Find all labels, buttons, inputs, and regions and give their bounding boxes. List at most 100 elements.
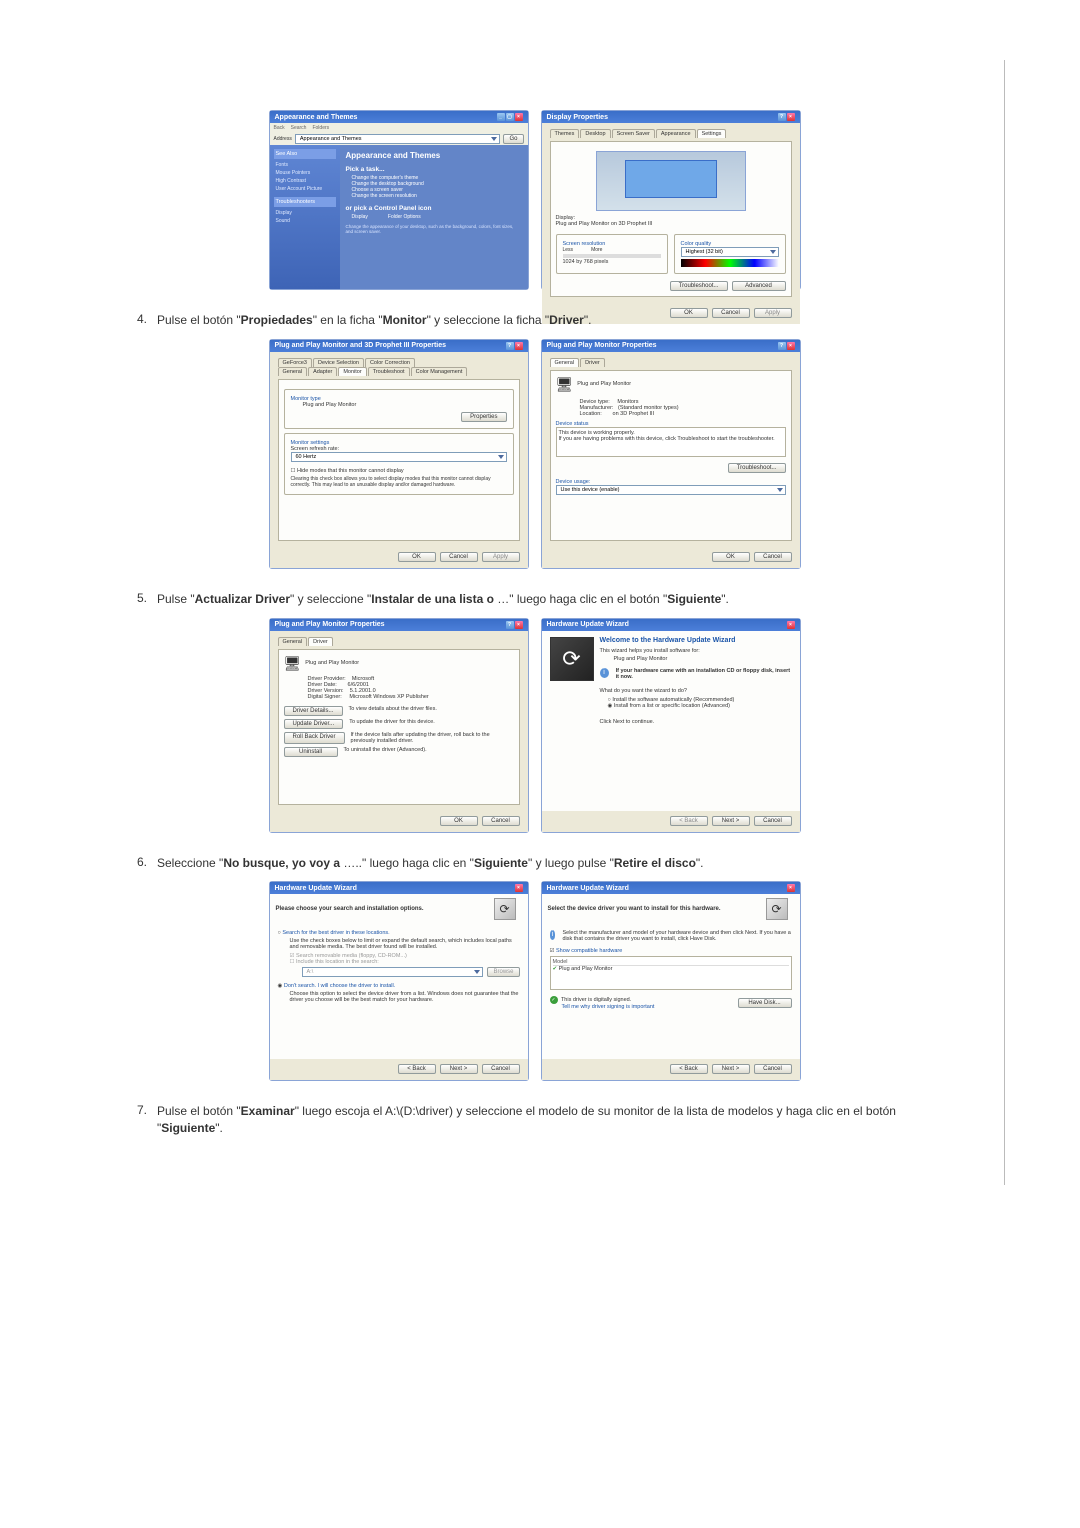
- wizard-icon: ⟳: [550, 637, 594, 681]
- driver-details-desc: To view details about the driver files.: [349, 706, 514, 716]
- ok-button[interactable]: OK: [712, 552, 750, 562]
- sidebar-seealso-head: See Also: [274, 149, 336, 159]
- sidebar-item[interactable]: Mouse Pointers: [274, 169, 336, 177]
- refresh-select[interactable]: 60 Hertz: [291, 452, 507, 462]
- model-item[interactable]: Plug and Play Monitor: [559, 966, 613, 972]
- uninstall-desc: To uninstall the driver (Advanced).: [344, 747, 514, 757]
- troubleshoot-button[interactable]: Troubleshoot...: [728, 463, 786, 473]
- display-properties-window: Display Properties ? × Themes Desktop Sc…: [541, 110, 801, 290]
- task-link[interactable]: Change the screen resolution: [352, 193, 522, 199]
- close-icon[interactable]: ×: [787, 621, 795, 629]
- back-button[interactable]: < Back: [670, 1064, 708, 1074]
- resolution-slider[interactable]: [563, 254, 661, 258]
- tab-color-correction[interactable]: Color Correction: [365, 358, 415, 367]
- go-button[interactable]: Go: [503, 134, 523, 144]
- footer-note: Change the appearance of your desktop, s…: [346, 224, 522, 234]
- tab-adapter[interactable]: Adapter: [308, 367, 337, 376]
- tab-monitor[interactable]: Monitor: [338, 367, 366, 376]
- next-button[interactable]: Next >: [440, 1064, 478, 1074]
- cp-icon-display[interactable]: Display: [352, 214, 368, 220]
- help-icon[interactable]: ?: [506, 342, 514, 350]
- max-icon[interactable]: ▢: [506, 113, 514, 121]
- rollback-button[interactable]: Roll Back Driver: [284, 732, 345, 744]
- uninstall-button[interactable]: Uninstall: [284, 747, 338, 757]
- ok-button[interactable]: OK: [398, 552, 436, 562]
- tab-driver[interactable]: Driver: [308, 637, 333, 646]
- radio-search[interactable]: ○: [278, 930, 281, 936]
- signed-link[interactable]: Tell me why driver signing is important: [562, 1004, 655, 1010]
- hw-wizard-select-window: Hardware Update Wizard × Select the devi…: [541, 881, 801, 1081]
- cancel-button[interactable]: Cancel: [440, 552, 478, 562]
- tab-settings[interactable]: Settings: [697, 129, 727, 138]
- tab-general[interactable]: General: [550, 358, 580, 367]
- close-icon[interactable]: ×: [515, 884, 523, 892]
- radio-list[interactable]: ◉: [608, 703, 613, 709]
- tab-screensaver[interactable]: Screen Saver: [612, 129, 655, 138]
- less-label: Less: [563, 247, 574, 253]
- colorq-select[interactable]: Highest (32 bit): [681, 247, 779, 257]
- sidebar-item[interactable]: User Account Picture: [274, 185, 336, 193]
- cancel-button[interactable]: Cancel: [754, 552, 792, 562]
- help-icon[interactable]: ?: [778, 342, 786, 350]
- window-title: Hardware Update Wizard: [275, 885, 357, 892]
- pnp-monitor-driver-window: Plug and Play Monitor Properties ? × Gen…: [269, 618, 529, 833]
- step-number: 7.: [125, 1103, 157, 1137]
- driver-details-button[interactable]: Driver Details...: [284, 706, 343, 716]
- step-text: Pulse el botón "Examinar" luego escoja e…: [157, 1103, 944, 1137]
- close-icon[interactable]: ×: [515, 113, 523, 121]
- compat-check[interactable]: ☑: [550, 948, 555, 954]
- sidebar-item[interactable]: Fonts: [274, 161, 336, 169]
- cancel-button[interactable]: Cancel: [482, 816, 520, 826]
- tab-general[interactable]: General: [278, 367, 308, 376]
- cancel-button[interactable]: Cancel: [754, 816, 792, 826]
- main-pane: Appearance and Themes Pick a task... Cha…: [340, 145, 528, 289]
- update-driver-button[interactable]: Update Driver...: [284, 719, 344, 729]
- help-icon[interactable]: ?: [506, 621, 514, 629]
- radio-dont[interactable]: ◉: [278, 983, 283, 989]
- back-button[interactable]: < Back: [398, 1064, 436, 1074]
- sidebar-item[interactable]: Display: [274, 209, 336, 217]
- cancel-button[interactable]: Cancel: [482, 1064, 520, 1074]
- close-icon[interactable]: ×: [515, 342, 523, 350]
- help-icon[interactable]: ?: [778, 113, 786, 121]
- cancel-button[interactable]: Cancel: [754, 1064, 792, 1074]
- info-icon: i: [600, 668, 609, 678]
- opt-dont: Don't search. I will choose the driver t…: [284, 983, 395, 989]
- signed-icon: ✔: [553, 966, 558, 972]
- next-button[interactable]: Next >: [712, 1064, 750, 1074]
- tab-desktop[interactable]: Desktop: [580, 129, 610, 138]
- search-icon[interactable]: Search: [291, 125, 307, 131]
- hide-modes-check[interactable]: ☐: [291, 468, 296, 474]
- cp-icon-folder-options[interactable]: Folder Options: [388, 214, 421, 220]
- device-heading: Plug and Play Monitor: [305, 660, 359, 666]
- tab-troubleshoot[interactable]: Troubleshoot: [368, 367, 410, 376]
- tab-appearance[interactable]: Appearance: [656, 129, 696, 138]
- sidebar-item[interactable]: High Contrast: [274, 177, 336, 185]
- tab-geforce[interactable]: GeForce3: [278, 358, 312, 367]
- tab-color-mgmt[interactable]: Color Management: [411, 367, 468, 376]
- have-disk-button[interactable]: Have Disk...: [738, 998, 792, 1008]
- tab-themes[interactable]: Themes: [550, 129, 580, 138]
- advanced-button[interactable]: Advanced: [732, 281, 786, 291]
- usage-select[interactable]: Use this device (enable): [556, 485, 786, 495]
- address-input[interactable]: Appearance and Themes: [295, 134, 501, 144]
- tab-device-selection[interactable]: Device Selection: [313, 358, 364, 367]
- toolbar-back-button[interactable]: Back: [274, 125, 285, 131]
- ok-button[interactable]: OK: [440, 816, 478, 826]
- close-icon[interactable]: ×: [515, 621, 523, 629]
- sidebar-item[interactable]: Sound: [274, 217, 336, 225]
- sidebar-trouble-head: Troubleshooters: [274, 197, 336, 207]
- tab-general[interactable]: General: [278, 637, 308, 646]
- folders-icon[interactable]: Folders: [312, 125, 329, 131]
- chk-location: ☐: [290, 959, 295, 965]
- min-icon[interactable]: _: [497, 113, 505, 121]
- tab-driver[interactable]: Driver: [580, 358, 605, 367]
- close-icon[interactable]: ×: [787, 884, 795, 892]
- close-icon[interactable]: ×: [787, 342, 795, 350]
- close-icon[interactable]: ×: [787, 113, 795, 121]
- next-button[interactable]: Next >: [712, 816, 750, 826]
- step-text: Seleccione "No busque, yo voy a ….." lue…: [157, 855, 944, 872]
- troubleshoot-button[interactable]: Troubleshoot...: [670, 281, 728, 291]
- properties-button[interactable]: Properties: [461, 412, 506, 422]
- monitor-adapter-properties-window: Plug and Play Monitor and 3D Prophet III…: [269, 339, 529, 569]
